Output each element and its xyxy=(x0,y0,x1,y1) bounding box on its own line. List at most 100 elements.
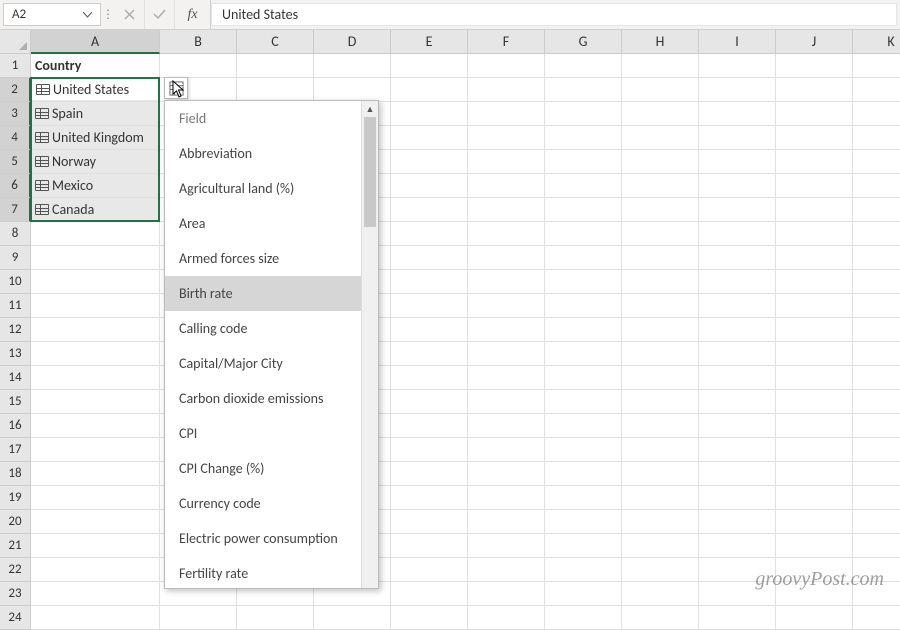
cell-A11[interactable] xyxy=(31,294,160,318)
cell-I12[interactable] xyxy=(699,318,776,342)
row-header-18[interactable]: 18 xyxy=(0,462,31,486)
column-header-I[interactable]: I xyxy=(699,30,776,54)
cell-A7[interactable]: Canada xyxy=(31,198,160,222)
cell-I16[interactable] xyxy=(699,414,776,438)
cell-J6[interactable] xyxy=(776,174,853,198)
cell-F18[interactable] xyxy=(468,462,545,486)
row-header-2[interactable]: 2 xyxy=(0,78,31,102)
cell-F20[interactable] xyxy=(468,510,545,534)
cell-A9[interactable] xyxy=(31,246,160,270)
cell-K1[interactable] xyxy=(853,54,900,78)
cell-A15[interactable] xyxy=(31,390,160,414)
cell-A19[interactable] xyxy=(31,486,160,510)
cell-G17[interactable] xyxy=(545,438,622,462)
cell-E23[interactable] xyxy=(391,582,468,606)
cell-D2[interactable] xyxy=(314,78,391,102)
cell-I15[interactable] xyxy=(699,390,776,414)
cell-G18[interactable] xyxy=(545,462,622,486)
cell-F9[interactable] xyxy=(468,246,545,270)
cell-H6[interactable] xyxy=(622,174,699,198)
cell-E3[interactable] xyxy=(391,102,468,126)
scroll-up-icon[interactable]: ▲ xyxy=(362,101,378,117)
cell-E10[interactable] xyxy=(391,270,468,294)
cell-J4[interactable] xyxy=(776,126,853,150)
cell-K5[interactable] xyxy=(853,150,900,174)
cell-F21[interactable] xyxy=(468,534,545,558)
cell-E15[interactable] xyxy=(391,390,468,414)
cell-J5[interactable] xyxy=(776,150,853,174)
cell-E19[interactable] xyxy=(391,486,468,510)
row-header-4[interactable]: 4 xyxy=(0,126,31,150)
cell-F14[interactable] xyxy=(468,366,545,390)
drag-handle-icon[interactable]: ⋮ xyxy=(101,0,115,29)
cell-J21[interactable] xyxy=(776,534,853,558)
cell-E1[interactable] xyxy=(391,54,468,78)
cell-J8[interactable] xyxy=(776,222,853,246)
row-header-20[interactable]: 20 xyxy=(0,510,31,534)
cell-G23[interactable] xyxy=(545,582,622,606)
dropdown-item[interactable]: CPI xyxy=(165,416,361,451)
cell-J24[interactable] xyxy=(776,606,853,630)
cell-J22[interactable] xyxy=(776,558,853,582)
cell-A10[interactable] xyxy=(31,270,160,294)
cell-H8[interactable] xyxy=(622,222,699,246)
cell-H13[interactable] xyxy=(622,342,699,366)
column-header-G[interactable]: G xyxy=(545,30,622,54)
cell-A21[interactable] xyxy=(31,534,160,558)
row-header-16[interactable]: 16 xyxy=(0,414,31,438)
cell-I24[interactable] xyxy=(699,606,776,630)
cell-I14[interactable] xyxy=(699,366,776,390)
cell-J2[interactable] xyxy=(776,78,853,102)
cell-H7[interactable] xyxy=(622,198,699,222)
dropdown-item[interactable]: Electric power consumption xyxy=(165,521,361,556)
cell-G15[interactable] xyxy=(545,390,622,414)
cell-K3[interactable] xyxy=(853,102,900,126)
column-header-D[interactable]: D xyxy=(314,30,391,54)
cell-I21[interactable] xyxy=(699,534,776,558)
cell-C24[interactable] xyxy=(237,606,314,630)
cell-A22[interactable] xyxy=(31,558,160,582)
cell-E18[interactable] xyxy=(391,462,468,486)
cell-E16[interactable] xyxy=(391,414,468,438)
row-header-21[interactable]: 21 xyxy=(0,534,31,558)
row-header-10[interactable]: 10 xyxy=(0,270,31,294)
cell-F13[interactable] xyxy=(468,342,545,366)
row-header-8[interactable]: 8 xyxy=(0,222,31,246)
cell-I19[interactable] xyxy=(699,486,776,510)
cell-H20[interactable] xyxy=(622,510,699,534)
fx-icon[interactable]: fx xyxy=(175,0,211,29)
cell-E17[interactable] xyxy=(391,438,468,462)
cell-I4[interactable] xyxy=(699,126,776,150)
cell-J14[interactable] xyxy=(776,366,853,390)
cell-G11[interactable] xyxy=(545,294,622,318)
cell-G8[interactable] xyxy=(545,222,622,246)
cell-H17[interactable] xyxy=(622,438,699,462)
cell-E5[interactable] xyxy=(391,150,468,174)
column-header-H[interactable]: H xyxy=(622,30,699,54)
cell-E24[interactable] xyxy=(391,606,468,630)
cell-I10[interactable] xyxy=(699,270,776,294)
column-header-K[interactable]: K xyxy=(853,30,900,54)
cell-H4[interactable] xyxy=(622,126,699,150)
cell-K18[interactable] xyxy=(853,462,900,486)
cell-K22[interactable] xyxy=(853,558,900,582)
cell-G12[interactable] xyxy=(545,318,622,342)
cell-E11[interactable] xyxy=(391,294,468,318)
cell-E14[interactable] xyxy=(391,366,468,390)
cell-G3[interactable] xyxy=(545,102,622,126)
cell-E2[interactable] xyxy=(391,78,468,102)
cell-D24[interactable] xyxy=(314,606,391,630)
cell-G21[interactable] xyxy=(545,534,622,558)
cell-E9[interactable] xyxy=(391,246,468,270)
cell-K16[interactable] xyxy=(853,414,900,438)
cell-G22[interactable] xyxy=(545,558,622,582)
cell-H24[interactable] xyxy=(622,606,699,630)
dropdown-item[interactable]: Birth rate xyxy=(165,276,361,311)
cell-H15[interactable] xyxy=(622,390,699,414)
cell-G19[interactable] xyxy=(545,486,622,510)
cell-A24[interactable] xyxy=(31,606,160,630)
cell-G9[interactable] xyxy=(545,246,622,270)
dropdown-item[interactable]: Capital/Major City xyxy=(165,346,361,381)
row-header-22[interactable]: 22 xyxy=(0,558,31,582)
cell-F6[interactable] xyxy=(468,174,545,198)
